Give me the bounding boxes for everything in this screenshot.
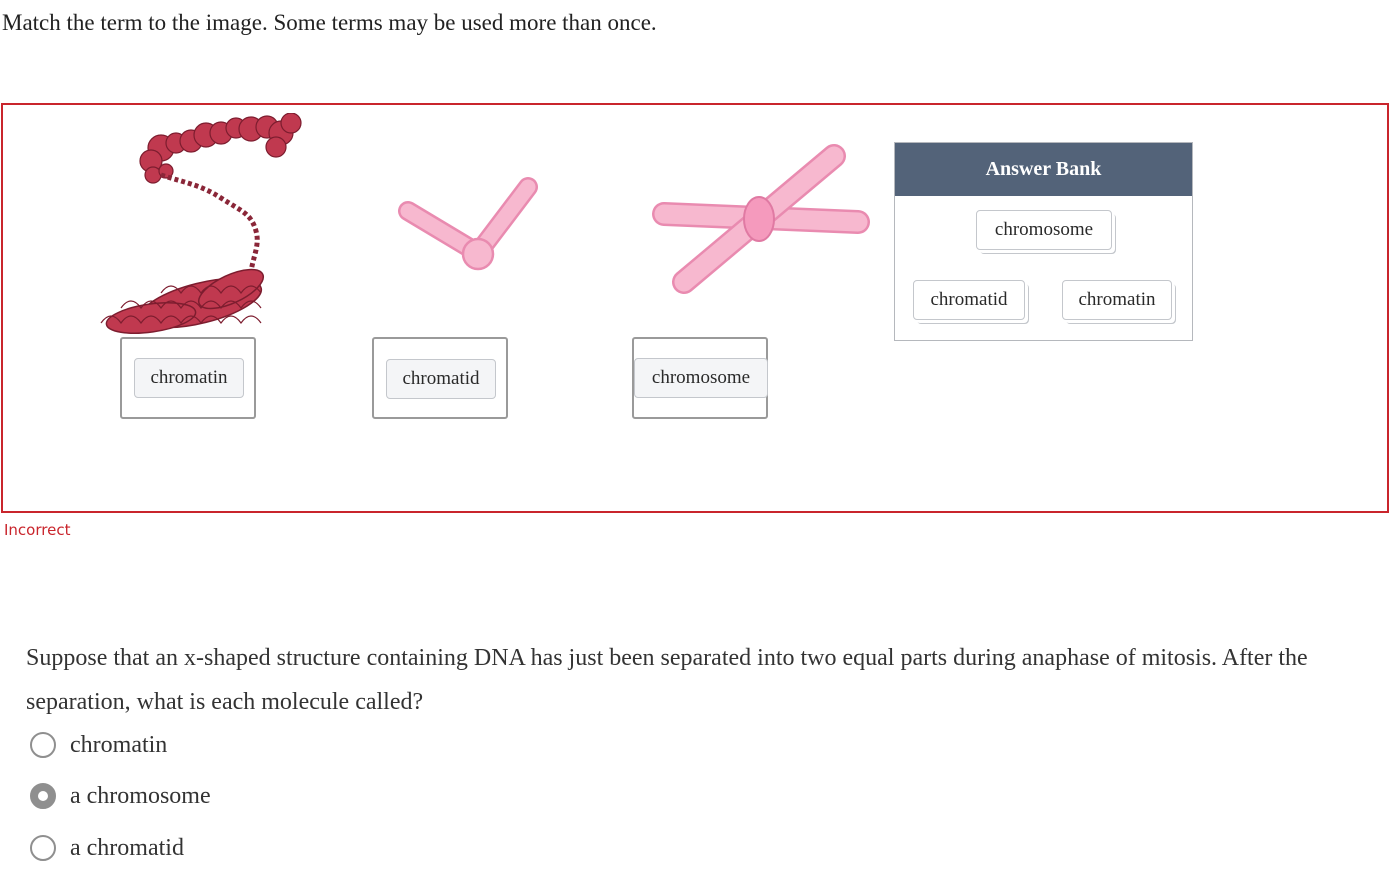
chromatin-fiber-image (100, 113, 302, 334)
option-a-chromosome[interactable]: a chromosome (30, 779, 211, 813)
radio-button[interactable] (30, 732, 56, 758)
option-label: a chromosome (70, 782, 211, 809)
placed-term-chip[interactable]: chromatin (134, 358, 244, 398)
bank-term-chromosome[interactable]: chromosome (976, 210, 1112, 250)
drop-zone-chromatid[interactable]: chromatid (372, 337, 508, 419)
answer-bank-title: Answer Bank (895, 143, 1192, 196)
radio-button-selected[interactable] (30, 783, 56, 809)
radio-button[interactable] (30, 835, 56, 861)
x-chromosome-image (652, 144, 870, 294)
placed-term-chip[interactable]: chromatid (386, 359, 496, 399)
bank-term-chromatin[interactable]: chromatin (1062, 280, 1172, 320)
option-label: chromatin (70, 731, 168, 758)
bank-term-chromatid[interactable]: chromatid (913, 280, 1025, 320)
status-incorrect: Incorrect (4, 521, 71, 539)
option-chromatin[interactable]: chromatin (30, 728, 167, 762)
drop-zone-chromatin[interactable]: chromatin (120, 337, 256, 419)
option-a-chromatid[interactable]: a chromatid (30, 831, 184, 865)
placed-term-chip[interactable]: chromosome (634, 358, 768, 398)
answer-bank: Answer Bank chromosome chromatid chromat… (894, 142, 1193, 341)
question1-prompt: Match the term to the image. Some terms … (2, 10, 657, 35)
single-chromatid-image (398, 177, 538, 271)
drop-zone-chromosome[interactable]: chromosome (632, 337, 768, 419)
matching-panel: chromatin chromatid chromosome Answer Ba… (1, 103, 1389, 513)
question2-prompt: Suppose that an x-shaped structure conta… (26, 645, 1308, 715)
option-label: a chromatid (70, 834, 184, 861)
